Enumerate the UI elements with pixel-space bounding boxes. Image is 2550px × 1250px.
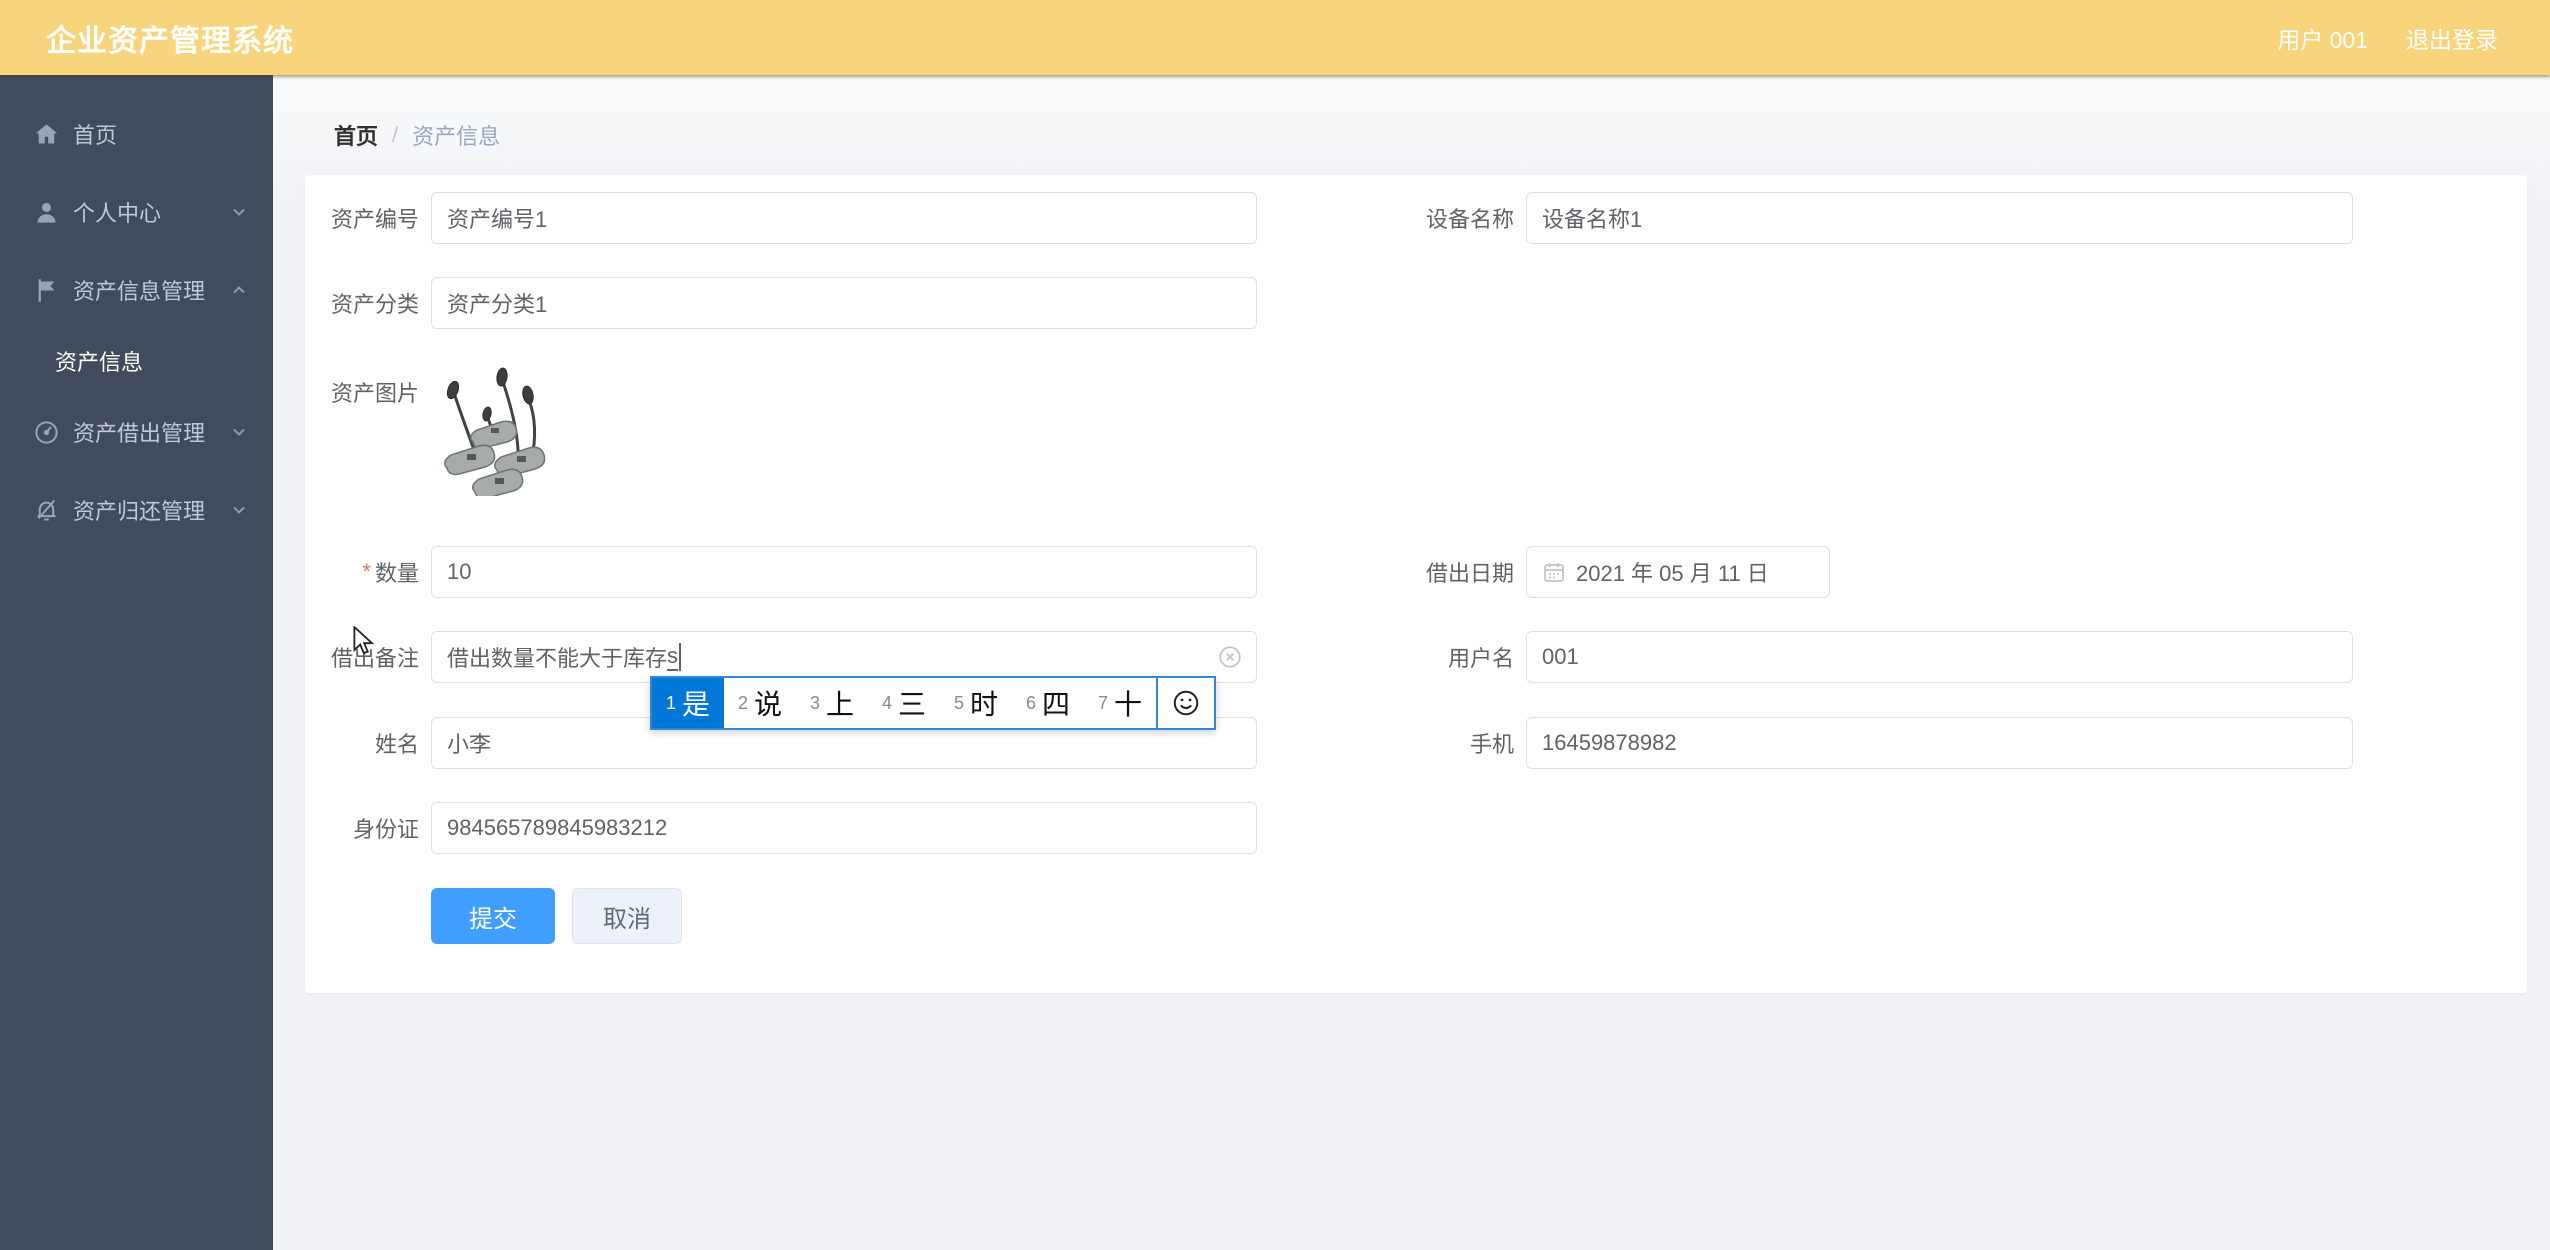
sidebar-item-asset-info[interactable]: 资产信息 <box>0 329 273 393</box>
mouse-cursor <box>352 624 380 661</box>
header-right: 用户 001 退出登录 <box>2277 21 2498 55</box>
text-caret <box>679 643 682 671</box>
sidebar-item-asset-info-mgmt[interactable]: 资产信息管理 <box>0 251 273 329</box>
field-lend-date: 借出日期 2021 年 05 月 11 日 <box>1400 546 1830 598</box>
asset-category-input[interactable] <box>431 277 1257 329</box>
lend-date-value: 2021 年 05 月 11 日 <box>1576 561 1769 586</box>
user-icon <box>33 199 60 226</box>
form-card: 资产编号 设备名称 资产分类 资产图片 <box>305 175 2527 993</box>
ime-emoji-button[interactable] <box>1158 678 1214 728</box>
home-icon <box>33 121 60 148</box>
logout-link[interactable]: 退出登录 <box>2406 21 2498 55</box>
asset-image-preview[interactable] <box>431 366 561 500</box>
ime-candidate-2[interactable]: 2说 <box>724 678 796 728</box>
header-user: 用户 001 <box>2277 26 2368 53</box>
cancel-button[interactable]: 取消 <box>572 888 682 944</box>
ime-candidate-3[interactable]: 3上 <box>796 678 868 728</box>
ime-candidate-6[interactable]: 6四 <box>1012 678 1084 728</box>
sidebar-item-label: 资产信息 <box>55 350 144 375</box>
phone-label: 手机 <box>1469 732 1514 757</box>
ime-composition-text: s <box>667 643 679 671</box>
ime-candidate-7[interactable]: 7十 <box>1084 678 1156 728</box>
sidebar-item-label: 个人中心 <box>73 201 162 226</box>
field-quantity: * 数量 <box>305 546 1257 598</box>
field-device-name: 设备名称 <box>1400 192 2353 244</box>
ime-candidate-1[interactable]: 1是 <box>652 678 724 728</box>
sidebar-item-asset-return-mgmt[interactable]: 资产归还管理 <box>0 471 273 549</box>
calendar-icon <box>1544 563 1564 582</box>
id-card-input[interactable] <box>431 802 1257 854</box>
asset-no-label: 资产编号 <box>330 207 419 232</box>
clear-input-icon[interactable] <box>1217 644 1243 670</box>
sidebar-item-asset-lend-mgmt[interactable]: 资产借出管理 <box>0 393 273 471</box>
lend-date-label: 借出日期 <box>1425 561 1514 586</box>
breadcrumb-current: 资产信息 <box>412 124 501 149</box>
asset-image-label: 资产图片 <box>330 381 419 406</box>
smiley-icon <box>1173 690 1199 716</box>
username-input[interactable] <box>1526 631 2353 683</box>
device-name-label: 设备名称 <box>1425 207 1514 232</box>
breadcrumb-home[interactable]: 首页 <box>334 119 378 151</box>
sidebar-item-label: 资产信息管理 <box>73 279 206 304</box>
submit-button[interactable]: 提交 <box>431 888 555 944</box>
breadcrumb: 首页 / 资产信息 <box>334 119 500 151</box>
sidebar-item-label: 资产借出管理 <box>73 421 206 446</box>
app-title: 企业资产管理系统 <box>46 24 294 58</box>
lend-note-value: 借出数量不能大于库存 <box>447 646 668 671</box>
field-asset-no: 资产编号 <box>305 192 1257 244</box>
asset-no-input[interactable] <box>431 192 1257 244</box>
quantity-label: * 数量 <box>362 559 419 586</box>
sidebar: 首页 个人中心 资产信息管理 资产信息 资产借出管理 资产归还管理 <box>0 75 273 1250</box>
quantity-input[interactable] <box>431 546 1257 598</box>
chevron-up-icon <box>231 282 247 298</box>
sidebar-item-home[interactable]: 首页 <box>0 95 273 173</box>
lend-date-input[interactable]: 2021 年 05 月 11 日 <box>1526 546 1830 598</box>
app-header: 企业资产管理系统 用户 001 退出登录 <box>0 0 2550 75</box>
field-asset-category: 资产分类 <box>305 277 1257 329</box>
chevron-down-icon <box>231 424 247 440</box>
screen: 企业资产管理系统 用户 001 退出登录 首页 个人中心 资产信息管理 资产信息… <box>0 0 2550 1250</box>
chevron-down-icon <box>231 204 247 220</box>
field-id-card: 身份证 <box>305 802 1257 854</box>
sidebar-item-label: 资产归还管理 <box>73 499 206 524</box>
flag-icon <box>33 277 60 304</box>
ime-candidate-5[interactable]: 5时 <box>940 678 1012 728</box>
bell-off-icon <box>33 497 60 524</box>
form-actions: 提交 取消 <box>431 888 682 944</box>
chevron-down-icon <box>231 502 247 518</box>
content-area: 首页 / 资产信息 资产编号 设备名称 资产分类 资产图片 <box>273 75 2550 1250</box>
field-username: 用户名 <box>1400 631 2353 683</box>
asset-category-label: 资产分类 <box>330 292 419 317</box>
id-card-label: 身份证 <box>352 817 419 842</box>
username-label: 用户名 <box>1447 646 1514 671</box>
field-asset-image: 资产图片 <box>305 366 1257 500</box>
device-name-input[interactable] <box>1526 192 2353 244</box>
sidebar-item-label: 首页 <box>73 123 118 148</box>
ime-candidate-bar: 1是 2说 3上 4三 5时 6四 7十 <box>650 676 1216 730</box>
sidebar-item-personal-center[interactable]: 个人中心 <box>0 173 273 251</box>
field-phone: 手机 <box>1400 717 2353 769</box>
ime-candidate-4[interactable]: 4三 <box>868 678 940 728</box>
name-label: 姓名 <box>374 732 419 757</box>
phone-input[interactable] <box>1526 717 2353 769</box>
required-mark: * <box>362 559 371 584</box>
breadcrumb-separator: / <box>392 122 399 147</box>
odometer-icon <box>33 419 60 446</box>
